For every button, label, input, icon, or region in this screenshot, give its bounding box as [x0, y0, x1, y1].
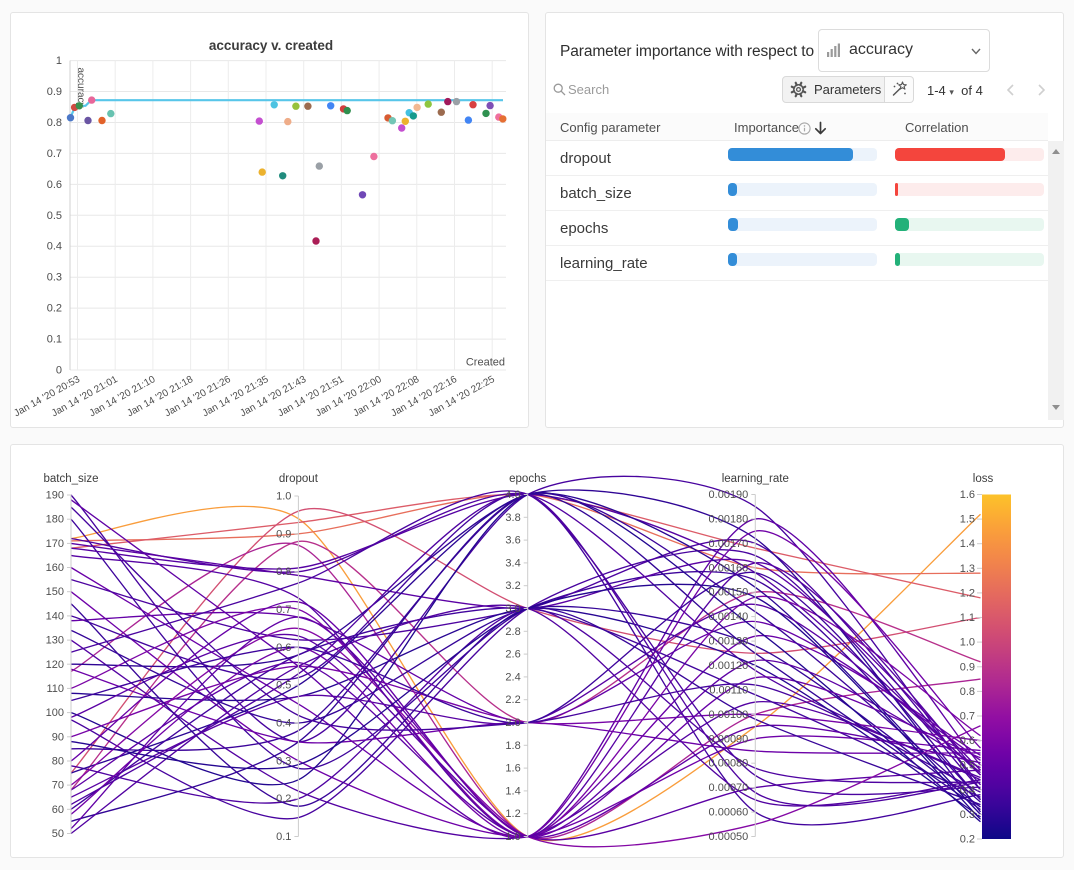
svg-text:0.8: 0.8 [960, 686, 975, 698]
svg-text:130: 130 [46, 635, 64, 647]
svg-text:0.3: 0.3 [276, 755, 291, 767]
svg-text:0.00170: 0.00170 [709, 538, 749, 550]
svg-text:0.2: 0.2 [276, 793, 291, 805]
svg-text:1.2: 1.2 [960, 587, 975, 599]
svg-text:0.00070: 0.00070 [709, 782, 749, 794]
svg-text:1.6: 1.6 [960, 489, 975, 501]
svg-text:0.3: 0.3 [960, 809, 975, 821]
svg-text:70: 70 [52, 780, 64, 792]
svg-text:1.4: 1.4 [960, 538, 975, 550]
svg-text:epochs: epochs [509, 473, 546, 485]
svg-text:0.00090: 0.00090 [709, 733, 749, 745]
svg-text:0.00080: 0.00080 [709, 758, 749, 770]
svg-text:60: 60 [52, 804, 64, 816]
svg-text:0.6: 0.6 [276, 642, 291, 654]
svg-text:1.6: 1.6 [505, 763, 520, 775]
svg-text:2.6: 2.6 [505, 649, 520, 661]
svg-text:0.2: 0.2 [47, 303, 62, 315]
svg-text:3.6: 3.6 [505, 535, 520, 547]
svg-text:0.4: 0.4 [960, 784, 975, 796]
svg-text:0.9: 0.9 [276, 528, 291, 540]
svg-text:2.2: 2.2 [505, 694, 520, 706]
svg-text:190: 190 [46, 490, 64, 502]
svg-text:0.00150: 0.00150 [709, 587, 749, 599]
svg-text:0.3: 0.3 [47, 272, 62, 284]
svg-text:0.00160: 0.00160 [709, 562, 749, 574]
svg-text:0.5: 0.5 [47, 210, 62, 222]
svg-text:140: 140 [46, 610, 64, 622]
svg-text:170: 170 [46, 538, 64, 550]
svg-text:0.1: 0.1 [276, 831, 291, 843]
svg-text:accuracy: accuracy [75, 68, 86, 108]
svg-text:1: 1 [56, 55, 62, 67]
svg-text:0.6: 0.6 [47, 179, 62, 191]
svg-text:Jan 14 '20 22:25: Jan 14 '20 22:25 [427, 374, 497, 420]
svg-text:0.4: 0.4 [47, 241, 62, 253]
svg-text:180: 180 [46, 514, 64, 526]
svg-text:1.3: 1.3 [960, 563, 975, 575]
svg-text:1.5: 1.5 [960, 514, 975, 526]
svg-text:Created: Created [466, 357, 505, 369]
svg-text:100: 100 [46, 707, 64, 719]
svg-text:0.8: 0.8 [276, 566, 291, 578]
svg-text:0.2: 0.2 [960, 834, 975, 846]
svg-text:0.00120: 0.00120 [709, 660, 749, 672]
svg-text:0.7: 0.7 [47, 148, 62, 160]
svg-text:50: 50 [52, 828, 64, 840]
svg-text:0: 0 [56, 365, 62, 377]
svg-text:3.8: 3.8 [505, 512, 520, 524]
svg-text:2.0: 2.0 [505, 717, 520, 729]
svg-text:0.7: 0.7 [960, 711, 975, 723]
svg-text:3.0: 3.0 [505, 603, 520, 615]
svg-text:2.4: 2.4 [505, 671, 520, 683]
svg-text:0.00050: 0.00050 [709, 831, 749, 843]
svg-text:0.00130: 0.00130 [709, 636, 749, 648]
svg-text:2.8: 2.8 [505, 626, 520, 638]
svg-text:loss: loss [973, 473, 994, 485]
svg-text:160: 160 [46, 562, 64, 574]
svg-text:learning_rate: learning_rate [722, 473, 789, 485]
svg-text:90: 90 [52, 731, 64, 743]
svg-text:0.4: 0.4 [276, 718, 291, 730]
svg-text:0.6: 0.6 [960, 735, 975, 747]
svg-text:1.0: 1.0 [276, 491, 291, 503]
svg-text:1.0: 1.0 [960, 637, 975, 649]
svg-text:batch_size: batch_size [44, 473, 99, 485]
svg-text:4.0: 4.0 [505, 489, 520, 501]
svg-text:80: 80 [52, 756, 64, 768]
svg-text:110: 110 [46, 683, 64, 695]
svg-text:1.8: 1.8 [505, 740, 520, 752]
svg-text:150: 150 [46, 586, 64, 598]
svg-text:1.0: 1.0 [505, 831, 520, 843]
svg-text:3.4: 3.4 [505, 557, 520, 569]
svg-text:0.5: 0.5 [960, 760, 975, 772]
svg-text:0.9: 0.9 [47, 86, 62, 98]
svg-text:0.7: 0.7 [276, 604, 291, 616]
svg-text:0.9: 0.9 [960, 661, 975, 673]
svg-text:0.1: 0.1 [47, 334, 62, 346]
svg-text:dropout: dropout [279, 473, 319, 485]
svg-text:0.00180: 0.00180 [709, 513, 749, 525]
svg-text:accuracy v. created: accuracy v. created [209, 38, 333, 53]
svg-text:0.00060: 0.00060 [709, 807, 749, 819]
svg-text:0.00110: 0.00110 [709, 684, 748, 696]
svg-text:120: 120 [46, 659, 64, 671]
svg-text:0.5: 0.5 [276, 680, 291, 692]
svg-text:0.00100: 0.00100 [709, 709, 749, 721]
svg-text:1.2: 1.2 [505, 808, 520, 820]
svg-text:0.8: 0.8 [47, 117, 62, 129]
svg-text:0.00190: 0.00190 [709, 489, 749, 501]
svg-text:1.1: 1.1 [960, 612, 975, 624]
svg-text:0.00140: 0.00140 [709, 611, 749, 623]
svg-text:3.2: 3.2 [505, 580, 520, 592]
svg-text:1.4: 1.4 [505, 785, 520, 797]
